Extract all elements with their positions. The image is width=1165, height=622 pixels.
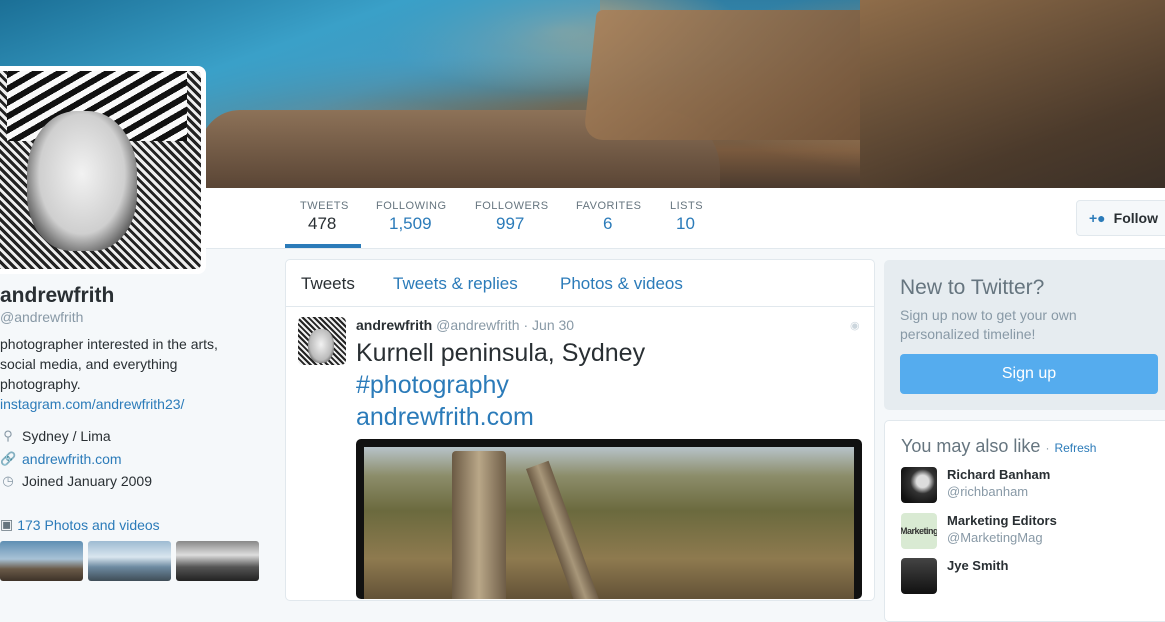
profile-card: andrewfrith @andrewfrith photographer in… <box>0 284 260 414</box>
header-separator: · <box>1045 441 1050 455</box>
clock-icon: ◷ <box>2 473 14 488</box>
who-to-follow-module: You may also like · Refresh Richard Banh… <box>884 420 1165 622</box>
photos-videos-label: 173 Photos and videos <box>17 516 160 533</box>
stat-followers[interactable]: FOLLOWERS 997 <box>475 200 549 234</box>
photos-videos-link[interactable]: ▣ 173 Photos and videos <box>0 516 160 533</box>
tweet-link[interactable]: andrewfrith.com <box>356 401 645 433</box>
tweet-photo[interactable] <box>356 439 862 599</box>
photo-landscape <box>364 447 854 599</box>
profile-avatar[interactable] <box>0 66 206 274</box>
tweet-date[interactable]: Jun 30 <box>532 317 574 333</box>
signup-subtitle: Sign up now to get your own personalized… <box>900 307 1077 342</box>
stat-lists-label: LISTS <box>670 200 704 212</box>
timeline-tabs: Tweets Tweets & replies Photos & videos <box>286 260 874 307</box>
profile-website-link[interactable]: andrewfrith.com <box>22 451 122 467</box>
tweet-separator: · <box>523 317 529 333</box>
suggested-user-name[interactable]: Marketing Editors <box>947 513 1057 528</box>
who-to-follow-header: You may also like · Refresh <box>901 436 1096 457</box>
link-icon: 🔗 <box>0 451 17 466</box>
stat-following-count: 1,509 <box>389 214 432 233</box>
profile-bio-text: photographer interested in the arts, soc… <box>0 336 218 392</box>
profile-location-text: Sydney / Lima <box>22 428 111 444</box>
signup-button[interactable]: Sign up <box>900 354 1158 394</box>
stat-followers-count: 997 <box>496 214 525 233</box>
tab-photos-videos[interactable]: Photos & videos <box>560 274 683 294</box>
stat-favorites-label: FAVORITES <box>576 200 642 212</box>
stat-tweets[interactable]: TWEETS 478 <box>300 200 349 234</box>
photo-thumbnail[interactable] <box>0 541 83 581</box>
stat-tweets-count: 478 <box>308 214 337 233</box>
avatar[interactable] <box>901 558 937 594</box>
profile-location: ⚲ Sydney / Lima <box>0 428 111 444</box>
signup-title: New to Twitter? <box>900 276 1045 299</box>
follow-button-label: Follow <box>1113 210 1158 226</box>
banner-rock-formation <box>583 10 897 140</box>
tweet-text-body: Kurnell peninsula, Sydney <box>356 339 646 367</box>
tweet-author-name[interactable]: andrewfrith <box>356 317 432 333</box>
profile-joined: ◷ Joined January 2009 <box>0 473 152 489</box>
camera-icon: ▣ <box>0 516 14 532</box>
follow-button[interactable]: +● Follow <box>1076 200 1165 236</box>
tab-tweets-replies[interactable]: Tweets & replies <box>393 274 518 294</box>
photo-fence-post <box>452 451 506 599</box>
map-pin-icon: ⚲ <box>3 428 13 443</box>
tweet-author-handle[interactable]: @andrewfrith <box>436 317 519 333</box>
avatar[interactable] <box>901 467 937 503</box>
tweet-options-icon[interactable]: ◉ <box>850 319 860 332</box>
stat-lists[interactable]: LISTS 10 <box>670 200 703 234</box>
profile-joined-text: Joined January 2009 <box>22 473 152 489</box>
photo-thumbnail[interactable] <box>88 541 171 581</box>
who-to-follow-title: You may also like <box>901 436 1041 456</box>
suggested-user-handle[interactable]: @richbanham <box>947 484 1028 499</box>
tab-tweets[interactable]: Tweets <box>301 274 355 294</box>
profile-bio: photographer interested in the arts, soc… <box>0 334 240 414</box>
tweet-avatar[interactable] <box>298 317 346 365</box>
stat-following[interactable]: FOLLOWING 1,509 <box>376 200 447 234</box>
tweet-hashtag[interactable]: #photography <box>356 369 645 401</box>
timeline: Tweets Tweets & replies Photos & videos … <box>285 259 875 601</box>
photo-thumbnail[interactable] <box>176 541 259 581</box>
signup-module: New to Twitter? Sign up now to get your … <box>884 260 1165 410</box>
stat-tweets-label: TWEETS <box>300 200 349 212</box>
add-user-icon: +● <box>1089 210 1106 226</box>
suggested-user-name[interactable]: Richard Banham <box>947 467 1050 482</box>
avatar-image <box>0 71 201 269</box>
profile-website: 🔗 andrewfrith.com <box>0 451 122 467</box>
tweet-text: Kurnell peninsula, Sydney #photography a… <box>356 337 645 433</box>
refresh-link[interactable]: Refresh <box>1054 441 1096 455</box>
suggested-user[interactable]: Richard Banham @richbanham <box>901 467 1165 507</box>
avatar-face <box>27 111 137 251</box>
banner-cliff <box>860 0 1165 188</box>
profile-handle[interactable]: @andrewfrith <box>0 309 260 325</box>
profile-name[interactable]: andrewfrith <box>0 284 260 308</box>
suggested-user[interactable]: Jye Smith <box>901 558 1165 598</box>
stat-favorites[interactable]: FAVORITES 6 <box>576 200 641 234</box>
suggested-user-handle[interactable]: @MarketingMag <box>947 530 1043 545</box>
suggested-user[interactable]: Marketing Marketing Editors @MarketingMa… <box>901 513 1165 553</box>
active-stat-indicator <box>285 244 361 248</box>
stat-following-label: FOLLOWING <box>376 200 447 212</box>
stat-lists-count: 10 <box>676 214 695 233</box>
profile-bio-link[interactable]: instagram.com/andrewfrith23/ <box>0 394 240 414</box>
stat-favorites-count: 6 <box>603 214 613 233</box>
tweet-header: andrewfrith @andrewfrith · Jun 30 <box>356 317 574 333</box>
avatar[interactable]: Marketing <box>901 513 937 549</box>
stat-followers-label: FOLLOWERS <box>475 200 549 212</box>
